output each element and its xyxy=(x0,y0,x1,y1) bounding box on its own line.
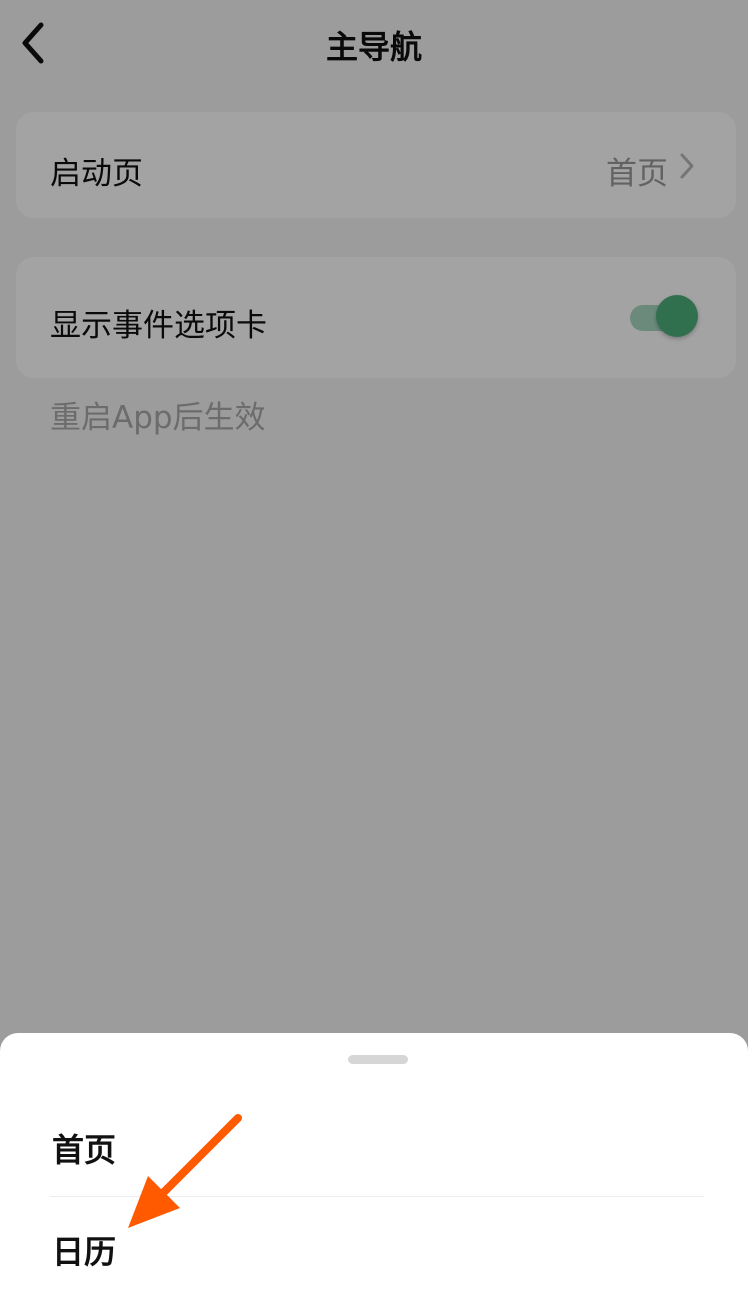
launch-page-bottom-sheet: 首页 日历 xyxy=(0,1033,748,1308)
sheet-divider xyxy=(50,1196,704,1197)
sheet-grabber-handle[interactable] xyxy=(348,1055,408,1064)
sheet-option-label: 首页 xyxy=(52,1131,117,1169)
sheet-option-home[interactable]: 首页 xyxy=(50,1111,704,1191)
sheet-option-label: 日历 xyxy=(52,1233,117,1271)
sheet-option-calendar[interactable]: 日历 xyxy=(50,1213,704,1293)
